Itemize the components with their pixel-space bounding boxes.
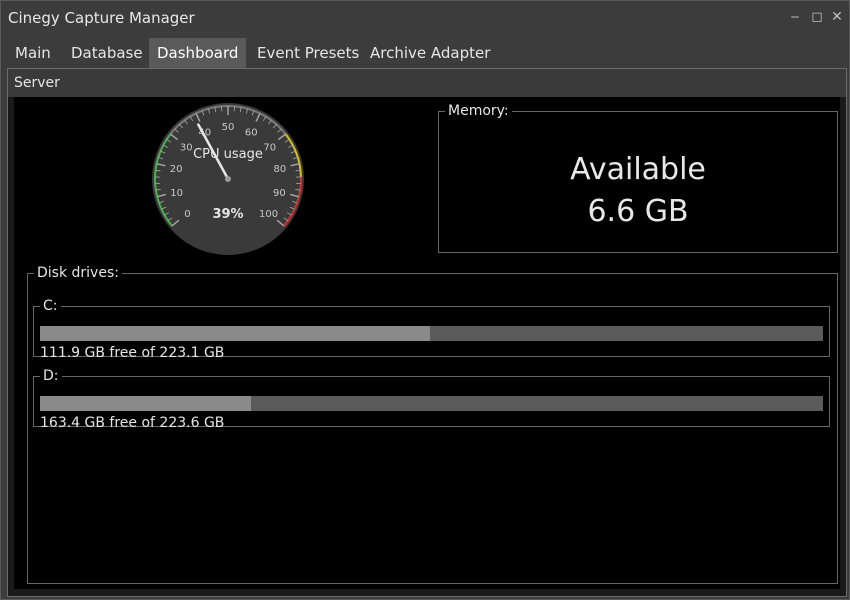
drive-c-usage-bar bbox=[40, 326, 823, 341]
drive-d-usage-fill bbox=[40, 396, 251, 411]
disk-drives-legend: Disk drives: bbox=[37, 265, 119, 281]
app-window: Cinegy Capture Manager ‒ ◻ ✕ Main Databa… bbox=[0, 0, 850, 600]
server-panel-header: Server bbox=[8, 69, 846, 97]
title-bar[interactable]: Cinegy Capture Manager ‒ ◻ ✕ bbox=[1, 1, 849, 35]
maximize-button[interactable]: ◻ bbox=[807, 7, 827, 27]
memory-available-value: 6.6 GB bbox=[587, 194, 689, 229]
tab-dashboard[interactable]: Dashboard bbox=[149, 38, 247, 68]
gauge-tick-label: 10 bbox=[170, 188, 183, 199]
gauge-value: 39% bbox=[212, 207, 243, 222]
gauge-tick-label: 90 bbox=[273, 188, 286, 199]
close-button[interactable]: ✕ bbox=[827, 7, 847, 27]
disk-drives-group: Disk drives: C: 111.9 GB free of 223.1 G… bbox=[27, 265, 838, 584]
drive-c-free-text: 111.9 GB free of 223.1 GB bbox=[40, 345, 225, 361]
gauge-tick-label: 20 bbox=[170, 164, 183, 175]
memory-group: Memory: Available 6.6 GB bbox=[438, 103, 838, 253]
drive-c-label: C: bbox=[43, 298, 58, 314]
server-panel-title: Server bbox=[14, 75, 60, 91]
gauge-tick-label: 50 bbox=[222, 122, 235, 133]
gauge-tick-label: 80 bbox=[273, 164, 286, 175]
memory-legend: Memory: bbox=[448, 103, 509, 119]
window-title: Cinegy Capture Manager bbox=[8, 9, 195, 27]
gauge-tick-label: 30 bbox=[180, 142, 193, 153]
drive-d-usage-bar bbox=[40, 396, 823, 411]
tab-event-presets[interactable]: Event Presets bbox=[249, 38, 367, 68]
drive-c-usage-fill bbox=[40, 326, 430, 341]
drive-d-label: D: bbox=[43, 368, 59, 384]
gauge-tick-label: 70 bbox=[263, 142, 276, 153]
tab-database[interactable]: Database bbox=[63, 38, 151, 68]
server-panel: Server 0 10 20 30 40 50 60 70 80 90 100 CPU usage … bbox=[7, 68, 847, 597]
server-panel-body: 0 10 20 30 40 50 60 70 80 90 100 CPU usage 39% Mem… bbox=[14, 97, 840, 589]
drive-c-group: C: 111.9 GB free of 223.1 GB bbox=[33, 298, 830, 361]
tab-archive-adapter[interactable]: Archive Adapter bbox=[362, 38, 498, 68]
gauge-tick-label: 0 bbox=[184, 209, 190, 220]
tab-main[interactable]: Main bbox=[7, 38, 59, 68]
gauge-label: CPU usage bbox=[193, 147, 263, 162]
drive-d-free-text: 163.4 GB free of 223.6 GB bbox=[40, 415, 225, 431]
memory-readout: Available 6.6 GB bbox=[439, 149, 837, 233]
gauge-hub bbox=[225, 176, 231, 182]
minimize-button[interactable]: ‒ bbox=[785, 7, 805, 27]
cpu-gauge: 010203040 50 60708090100 CPU usage 39% bbox=[152, 103, 304, 255]
drive-d-group: D: 163.4 GB free of 223.6 GB bbox=[33, 368, 830, 431]
gauge-tick-label: 100 bbox=[259, 209, 278, 220]
gauge-tick-label: 60 bbox=[245, 127, 258, 138]
memory-available-label: Available bbox=[570, 152, 706, 187]
